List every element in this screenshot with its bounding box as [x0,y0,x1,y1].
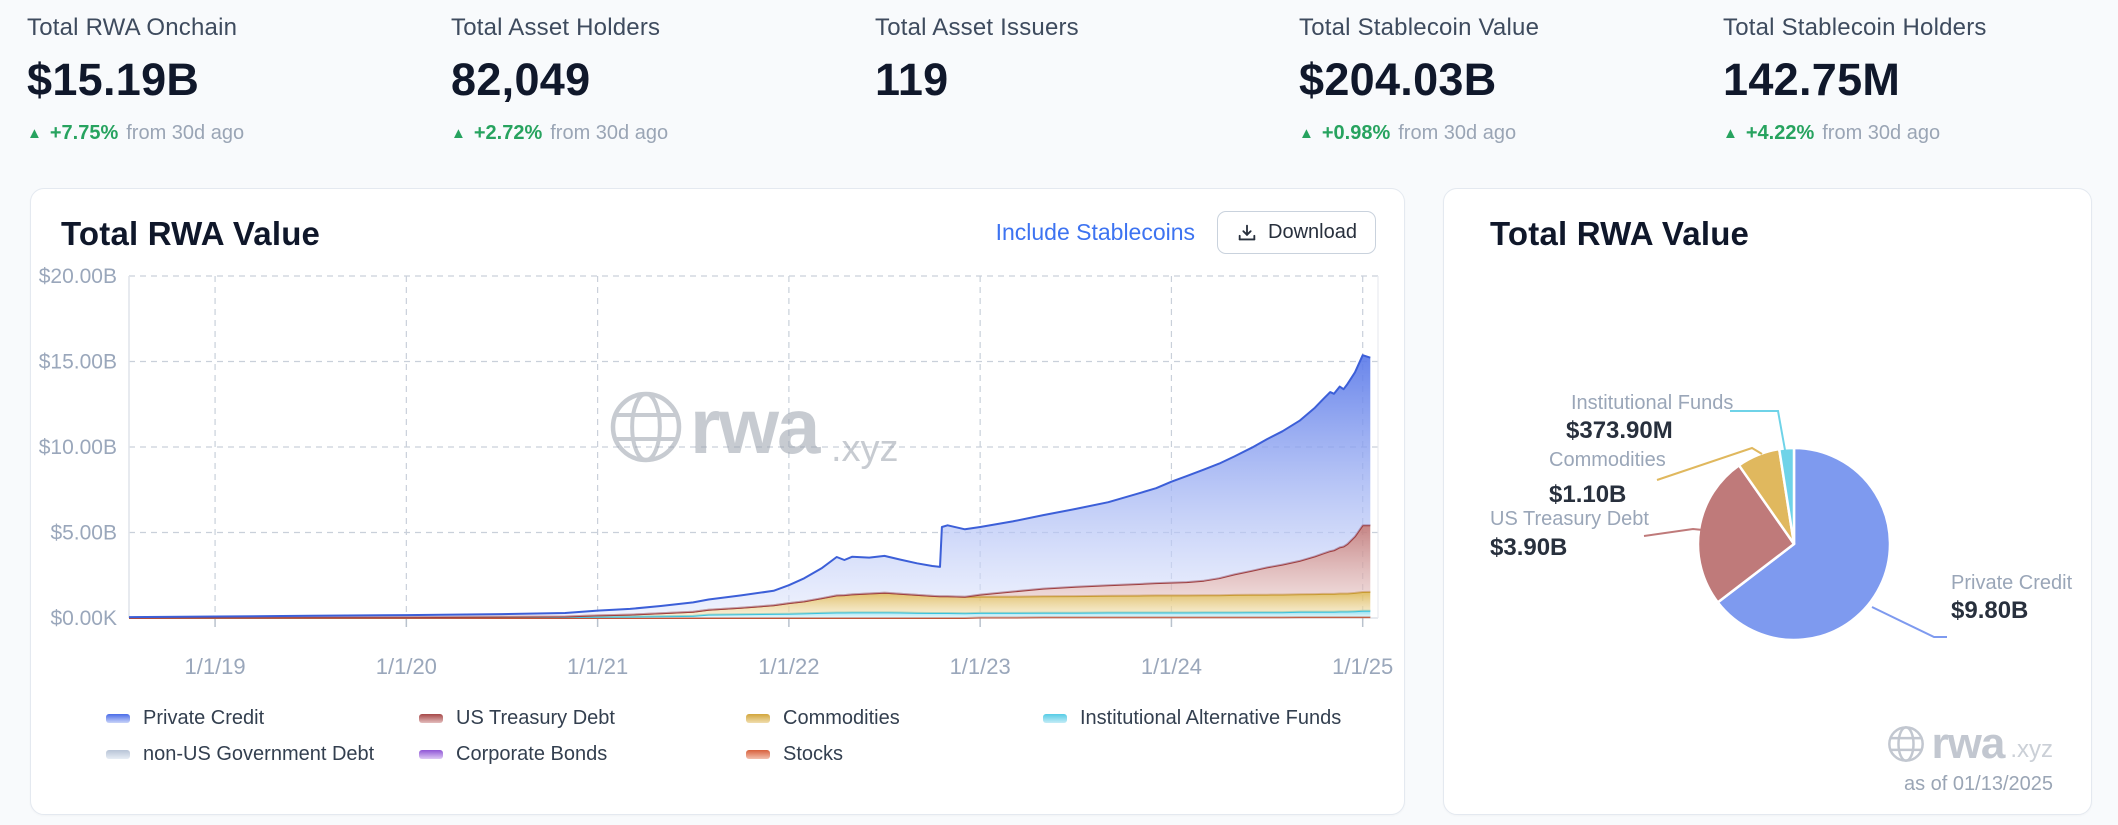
svg-text:1/1/20: 1/1/20 [376,654,437,679]
pie-label-value: $1.10B [1549,481,1626,508]
stat-label: Total Asset Issuers [875,14,1279,42]
svg-text:1/1/25: 1/1/25 [1332,654,1393,679]
svg-text:.xyz: .xyz [831,428,899,470]
stat-value: $15.19B [27,54,431,106]
stat-value: 142.75M [1723,54,2118,106]
download-icon [1236,222,1258,244]
legend-swatch [419,750,443,759]
pie-label-value: $373.90M [1566,417,1673,444]
stat-block: Total Asset Holders 82,049 ▲ +2.72% from 30d… [451,14,875,145]
pie-label-value: $3.90B [1490,534,1567,561]
stat-change: ▲ +7.75% from 30d ago [27,122,431,145]
stat-change: ▲ +4.22% from 30d ago [1723,122,2118,145]
legend-label: Commodities [783,707,900,730]
svg-text:$10.00B: $10.00B [39,436,117,459]
pie-label-name: Commodities [1549,449,1666,471]
download-button[interactable]: Download [1217,211,1376,254]
watermark-brand: rwa [1932,719,2005,769]
svg-text:1/1/22: 1/1/22 [758,654,819,679]
as-of-date: as of 01/13/2025 [1886,773,2054,796]
legend-label: US Treasury Debt [456,707,615,730]
legend-label: Institutional Alternative Funds [1080,707,1341,730]
stat-block: Total Asset Issuers 119 [875,14,1299,145]
svg-text:$15.00B: $15.00B [39,351,117,374]
stat-value: 82,049 [451,54,855,106]
legend-label: Stocks [783,743,843,766]
legend-swatch [1043,714,1067,723]
rwa-value-area-card: Total RWA Value Include Stablecoins Down… [30,188,1405,815]
legend-swatch [746,750,770,759]
stat-block: Total Stablecoin Holders 142.75M ▲ +4.22% fr… [1723,14,2118,145]
stat-change-percent: +4.22% [1746,122,1814,145]
triangle-up-icon: ▲ [1723,125,1738,142]
stat-label: Total Stablecoin Holders [1723,14,2118,42]
include-stablecoins-link[interactable]: Include Stablecoins [996,219,1195,246]
stat-change-suffix: from 30d ago [126,122,244,145]
stat-change-percent: +2.72% [474,122,542,145]
stat-change-suffix: from 30d ago [550,122,668,145]
pie-label-value: $9.80B [1951,597,2028,624]
download-button-label: Download [1268,221,1357,244]
pie-chart-title: Total RWA Value [1490,215,1749,253]
svg-text:$20.00B: $20.00B [39,265,117,288]
pie-label-name: US Treasury Debt [1490,508,1649,530]
legend-label: non-US Government Debt [143,743,374,766]
triangle-up-icon: ▲ [1299,125,1314,142]
svg-text:1/1/21: 1/1/21 [567,654,628,679]
triangle-up-icon: ▲ [451,125,466,142]
svg-text:$0.00K: $0.00K [50,607,117,630]
stacked-area-chart[interactable]: $0.00K $5.00B $10.00B $15.00B $20.00B 1/1/19 1… [31,259,1406,689]
stat-label: Total Asset Holders [451,14,855,42]
stat-change-percent: +0.98% [1322,122,1390,145]
globe-icon [1886,724,1926,764]
stat-block: Total RWA Onchain $15.19B ▲ +7.75% from 30d … [27,14,451,145]
legend-swatch [419,714,443,723]
stat-change-suffix: from 30d ago [1398,122,1516,145]
legend-item[interactable]: Institutional Alternative Funds [1043,707,1341,730]
svg-text:1/1/23: 1/1/23 [950,654,1011,679]
stat-change: ▲ +0.98% from 30d ago [1299,122,1703,145]
svg-text:rwa: rwa [690,382,821,470]
stat-change: ▲ +2.72% from 30d ago [451,122,855,145]
stat-value: $204.03B [1299,54,1703,106]
pie-label-name: Institutional Funds [1571,392,1733,414]
svg-text:1/1/19: 1/1/19 [184,654,245,679]
legend-item[interactable]: Stocks [746,743,1043,766]
legend-item[interactable]: Commodities [746,707,1043,730]
chart-legend: Private Credit US Treasury Debt Commoditie… [106,707,1341,766]
stats-row: Total RWA Onchain $15.19B ▲ +7.75% from 30d … [27,0,2118,145]
legend-label: Private Credit [143,707,264,730]
chart-actions: Include Stablecoins Download [996,211,1376,254]
legend-swatch [106,714,130,723]
stat-value: 119 [875,54,1279,106]
legend-item[interactable]: non-US Government Debt [106,743,419,766]
stat-label: Total Stablecoin Value [1299,14,1703,42]
legend-item[interactable]: US Treasury Debt [419,707,746,730]
watermark-tld: .xyz [2010,736,2053,769]
watermark: rwa .xyz as of 01/13/2025 [1886,719,2054,796]
svg-text:$5.00B: $5.00B [50,522,117,545]
legend-swatch [746,714,770,723]
legend-item[interactable]: Corporate Bonds [419,743,746,766]
legend-label: Corporate Bonds [456,743,607,766]
svg-text:1/1/24: 1/1/24 [1141,654,1202,679]
legend-swatch [106,750,130,759]
stat-change-percent: +7.75% [50,122,118,145]
stat-change-suffix: from 30d ago [1822,122,1940,145]
stat-block: Total Stablecoin Value $204.03B ▲ +0.98% fro… [1299,14,1723,145]
stat-label: Total RWA Onchain [27,14,431,42]
rwa-value-pie-card: Private Credit $9.80B US Treasury Debt $3.9… [1443,188,2092,815]
triangle-up-icon: ▲ [27,125,42,142]
area-chart-title: Total RWA Value [61,215,320,253]
legend-item[interactable]: Private Credit [106,707,419,730]
pie-label-name: Private Credit [1951,572,2073,594]
